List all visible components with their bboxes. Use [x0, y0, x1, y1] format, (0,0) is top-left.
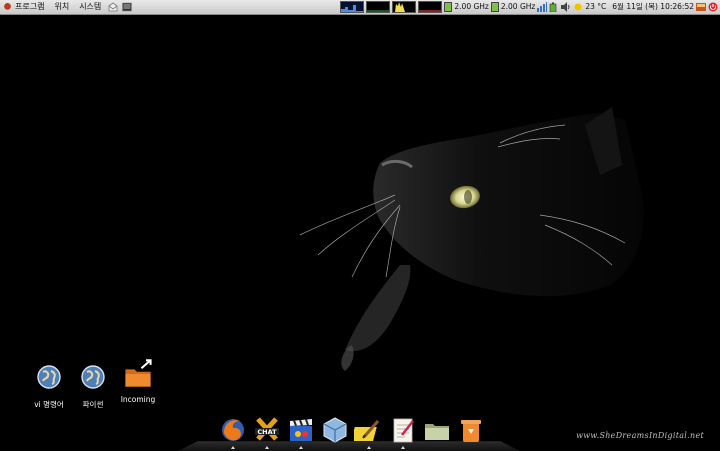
- menu-places[interactable]: 위치: [49, 0, 74, 14]
- watermark: www.SheDreamsInDigital.net: [576, 431, 704, 440]
- running-indicator: [367, 446, 371, 449]
- network-signal-icon[interactable]: [537, 2, 548, 12]
- mail-launcher-icon[interactable]: [108, 2, 118, 12]
- terminal-launcher-icon[interactable]: [122, 2, 133, 12]
- trash-icon: [461, 420, 481, 442]
- gnome-foot-icon: [3, 1, 12, 10]
- desktop-icon-vi-commands[interactable]: vi 명령어: [24, 363, 74, 410]
- memory-monitor-graph[interactable]: [418, 1, 443, 13]
- dock-item-file-manager[interactable]: [422, 415, 452, 445]
- cpu-freq-icon-1[interactable]: [444, 2, 453, 12]
- dock-item-firefox[interactable]: [218, 415, 248, 449]
- weather-temperature[interactable]: 23 °C: [585, 0, 606, 14]
- globe-icon: [37, 365, 61, 389]
- chat-icon: CHAT: [255, 417, 279, 441]
- globe-icon: [81, 365, 105, 389]
- dock-item-notes[interactable]: [388, 415, 418, 449]
- dock: CHAT: [218, 415, 486, 449]
- desktop-icon-label: vi 명령어: [34, 400, 64, 409]
- virtualbox-icon: [323, 417, 347, 443]
- user-switcher-icon[interactable]: [696, 2, 706, 12]
- movie-icon: [290, 419, 312, 441]
- menu-applications-label: 프로그램: [15, 2, 45, 11]
- text-editor-icon: [351, 420, 380, 441]
- firefox-icon: [222, 419, 244, 441]
- power-icon[interactable]: [708, 2, 718, 12]
- running-indicator: [401, 446, 405, 449]
- clock[interactable]: 6월 11일 (목) 10:26:52: [612, 0, 694, 14]
- main-menu: 프로그램 위치 시스템: [0, 0, 134, 14]
- dock-item-virtualbox[interactable]: [320, 415, 350, 445]
- load-monitor-graph[interactable]: [392, 1, 417, 13]
- notes-icon: [393, 418, 414, 443]
- desktop-icon-python[interactable]: 파이썬: [68, 363, 118, 410]
- dock-item-text-editor[interactable]: [351, 415, 384, 449]
- folder-icon: [425, 424, 449, 440]
- desktop-icon-label: 파이썬: [82, 400, 104, 409]
- weather-sun-icon[interactable]: [573, 2, 583, 12]
- dock-item-chat[interactable]: CHAT: [252, 415, 282, 449]
- top-panel: 프로그램 위치 시스템 2.00 GHz 2.00 GHz 23 °C 6월 1…: [0, 0, 720, 15]
- dock-item-trash[interactable]: [456, 415, 486, 445]
- menu-applications[interactable]: 프로그램: [0, 0, 49, 14]
- cpu-freq-icon-2[interactable]: [490, 2, 499, 12]
- running-indicator: [231, 446, 235, 449]
- battery-icon[interactable]: [549, 2, 559, 12]
- cpu-freq-2-label: 2.00 GHz: [500, 2, 536, 11]
- running-indicator: [299, 446, 303, 449]
- menu-system[interactable]: 시스템: [74, 0, 106, 14]
- cpu-freq-1-label: 2.00 GHz: [454, 2, 489, 11]
- cpu-monitor-graph[interactable]: [366, 1, 391, 13]
- system-tray: 2.00 GHz 2.00 GHz 23 °C 6월 11일 (목) 10:26…: [340, 0, 718, 14]
- desktop-icon-label: Incoming: [120, 395, 156, 404]
- dock-item-movie-player[interactable]: [286, 415, 316, 449]
- svg-text:CHAT: CHAT: [257, 428, 277, 436]
- network-monitor-graph[interactable]: [340, 1, 365, 13]
- folder-icon: [125, 359, 152, 387]
- running-indicator: [265, 446, 269, 449]
- volume-icon[interactable]: [561, 2, 571, 12]
- desktop-icon-incoming[interactable]: Incoming: [113, 358, 163, 404]
